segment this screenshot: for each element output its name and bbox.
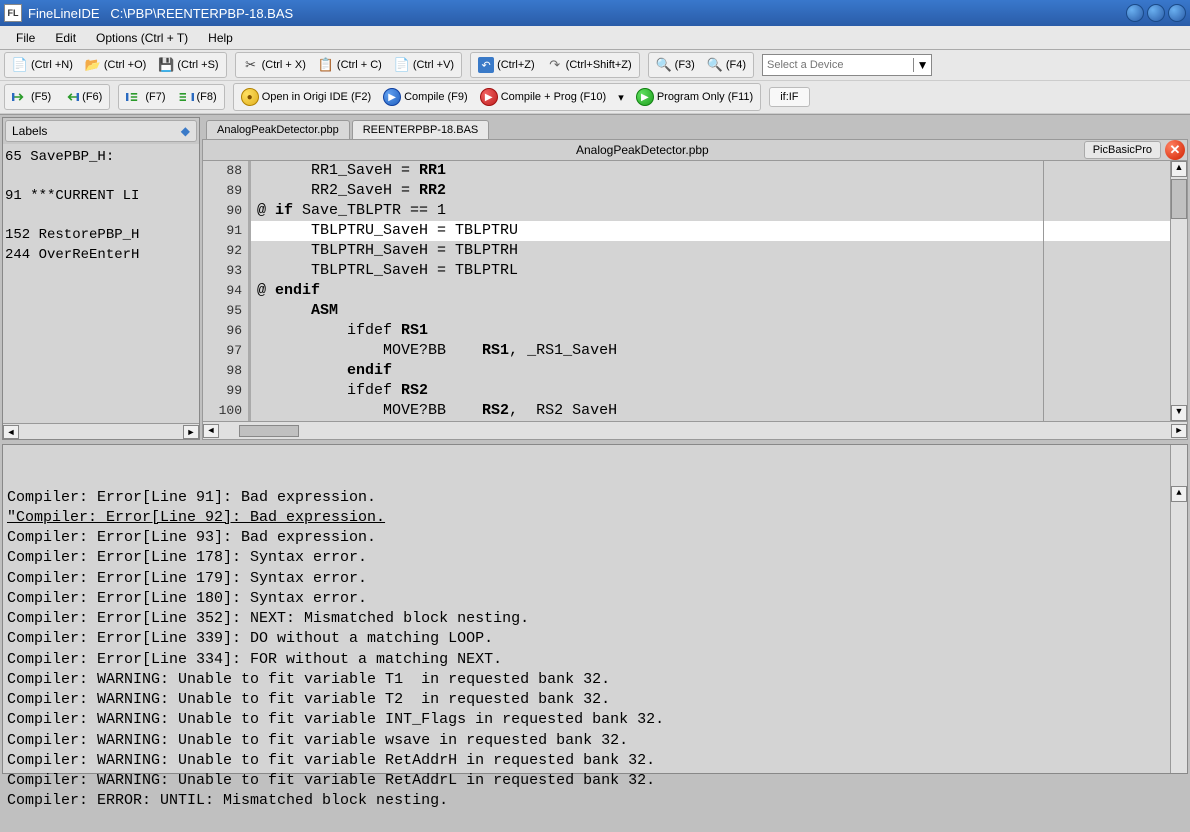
scroll-down-icon[interactable]: ▼ [1171,405,1187,421]
app-icon: FL [4,4,22,22]
cut-button[interactable]: ✂(Ctrl + X) [237,54,312,76]
toolbar-row-2: (F5) (F6) (F7) (F8) ●Open in Origi IDE (… [0,81,1190,114]
step-f6-button[interactable]: (F6) [57,86,108,108]
labels-panel: Labels ◆ 65 SavePBP_H: 91 ***CURRENT LI … [2,117,200,440]
tab-analogpeakdetector[interactable]: AnalogPeakDetector.pbp [206,120,350,139]
menu-options[interactable]: Options (Ctrl + T) [86,28,198,48]
console-vscroll[interactable]: ▲ [1170,445,1187,773]
undo-icon: ↶ [478,57,494,73]
copy-icon: 📋 [318,57,334,73]
step-f8-button[interactable]: (F8) [172,86,223,108]
open-file-button[interactable]: 📂(Ctrl +O) [79,54,152,76]
device-selector[interactable]: ▼ [762,54,932,76]
copy-button[interactable]: 📋(Ctrl + C) [312,54,388,76]
open-origi-ide-button[interactable]: ●Open in Origi IDE (F2) [235,85,377,109]
green-play-icon: ▶ [636,88,654,106]
redo-icon: ↷ [547,57,563,73]
close-icon: ✕ [1170,142,1181,158]
yellow-circle-icon: ● [241,88,259,106]
maximize-button[interactable] [1147,4,1165,22]
save-icon: 💾 [158,57,174,73]
outdent-icon [178,89,194,105]
close-window-button[interactable] [1168,4,1186,22]
margin-guide [1043,161,1044,421]
minimize-button[interactable] [1126,4,1144,22]
labels-list[interactable]: 65 SavePBP_H: 91 ***CURRENT LI 152 Resto… [3,144,199,423]
indent-icon [126,89,142,105]
new-file-button[interactable]: 📄(Ctrl +N) [6,54,79,76]
editor-hscroll[interactable]: ◄ ► [202,422,1188,440]
scroll-right-icon[interactable]: ► [1171,424,1187,438]
close-editor-button[interactable]: ✕ [1165,140,1185,160]
step-f5-button[interactable]: (F5) [6,86,57,108]
scroll-up-icon[interactable]: ▲ [1171,161,1187,177]
labels-hscroll[interactable]: ◄ ► [3,423,199,439]
compiler-output[interactable]: Compiler: Error[Line 91]: Bad expression… [2,444,1188,774]
menu-file[interactable]: File [6,28,45,48]
editor-body[interactable]: 888990919293949596979899100 RR1_SaveH = … [202,161,1188,422]
labels-chevron-icon: ◆ [181,124,190,138]
red-play-icon: ▶ [480,88,498,106]
device-input[interactable] [763,57,913,73]
titlebar: FL FineLineIDE C:\PBP\REENTERPBP-18.BAS [0,0,1190,26]
program-only-button[interactable]: ▶Program Only (F11) [630,85,759,109]
line-gutter: 888990919293949596979899100 [203,161,251,421]
compile-button[interactable]: ▶Compile (F9) [377,85,474,109]
find-button[interactable]: 🔍(F3) [650,54,701,76]
menu-edit[interactable]: Edit [45,28,86,48]
stepright-icon [12,89,28,105]
blue-play-icon: ▶ [383,88,401,106]
cut-icon: ✂ [243,57,259,73]
chevron-down-icon[interactable]: ▾ [618,91,624,104]
find-icon: 🔍 [656,57,672,73]
scroll-left-icon[interactable]: ◄ [203,424,219,438]
toolbar-row-1: 📄(Ctrl +N) 📂(Ctrl +O) 💾(Ctrl +S) ✂(Ctrl … [0,50,1190,81]
save-file-button[interactable]: 💾(Ctrl +S) [152,54,224,76]
tab-reenterpbp[interactable]: REENTERPBP-18.BAS [352,120,490,139]
undo-button[interactable]: ↶(Ctrl+Z) [472,54,541,76]
find-next-button[interactable]: 🔍(F4) [701,54,752,76]
app-title: FineLineIDE C:\PBP\REENTERPBP-18.BAS [28,6,293,21]
editor-header: AnalogPeakDetector.pbp PicBasicPro ✕ [202,139,1188,161]
editor-title: AnalogPeakDetector.pbp [203,143,1082,157]
code-area[interactable]: RR1_SaveH = RR1 RR2_SaveH = RR2@ if Save… [251,161,1170,421]
editor-tabs: AnalogPeakDetector.pbp REENTERPBP-18.BAS [202,117,1188,139]
menubar: File Edit Options (Ctrl + T) Help [0,26,1190,50]
scroll-right-icon[interactable]: ► [183,425,199,439]
scroll-thumb[interactable] [239,425,299,437]
compiler-badge: PicBasicPro [1084,141,1161,159]
step-f7-button[interactable]: (F7) [120,86,171,108]
redo-button[interactable]: ↷(Ctrl+Shift+Z) [541,54,638,76]
if-indicator: if:IF [769,87,809,107]
scroll-thumb[interactable] [1171,179,1187,219]
findnext-icon: 🔍 [707,57,723,73]
scroll-left-icon[interactable]: ◄ [3,425,19,439]
openfile-icon: 📂 [85,57,101,73]
compile-prog-button[interactable]: ▶Compile + Prog (F10) ▾ [474,85,630,109]
labels-header-text: Labels [12,124,47,138]
labels-dropdown[interactable]: Labels ◆ [5,120,197,142]
scroll-up-icon[interactable]: ▲ [1171,486,1187,502]
menu-help[interactable]: Help [198,28,243,48]
paste-icon: 📄 [394,57,410,73]
newfile-icon: 📄 [12,57,28,73]
device-dropdown-arrow[interactable]: ▼ [913,58,931,72]
stepleft-icon [63,89,79,105]
editor-vscroll[interactable]: ▲ ▼ [1170,161,1187,421]
paste-button[interactable]: 📄(Ctrl +V) [388,54,460,76]
